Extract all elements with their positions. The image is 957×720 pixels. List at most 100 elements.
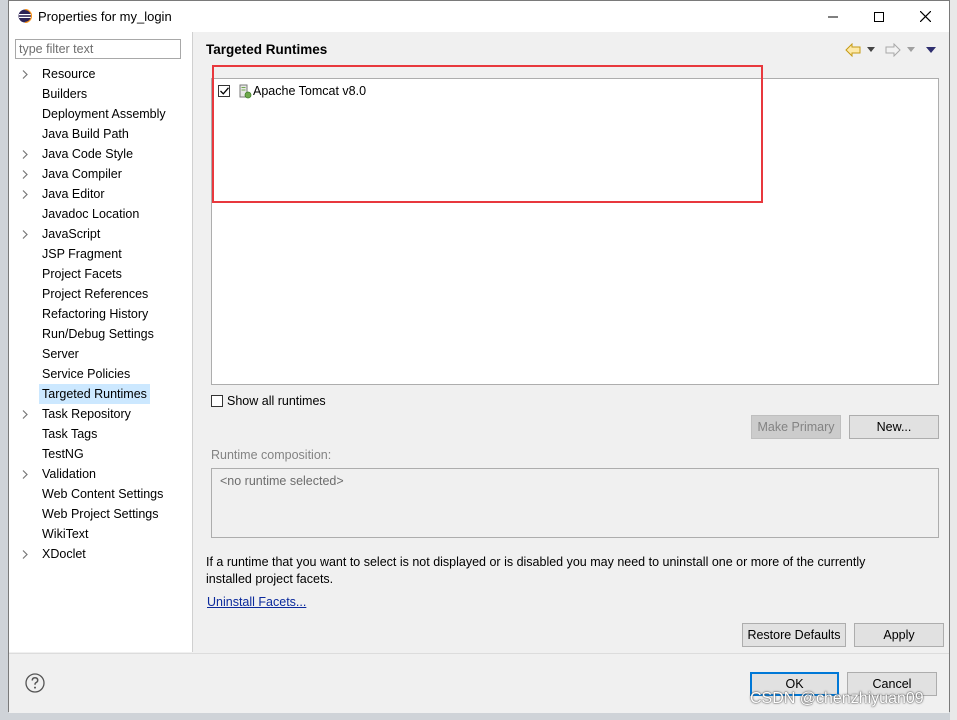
tree-item-label: Refactoring History xyxy=(42,307,149,321)
view-menu-button[interactable] xyxy=(926,42,936,58)
tree-item-label: Task Tags xyxy=(42,427,98,441)
tree-item[interactable]: Run/Debug Settings xyxy=(9,324,192,344)
tree-item[interactable]: Web Project Settings xyxy=(9,504,192,524)
expand-chevron-icon[interactable] xyxy=(22,184,32,204)
tree-item[interactable]: Javadoc Location xyxy=(9,204,192,224)
show-all-runtimes-checkbox[interactable]: Show all runtimes xyxy=(211,393,326,408)
maximize-button[interactable] xyxy=(856,1,902,32)
help-icon[interactable] xyxy=(25,673,45,693)
annotation-highlight-box xyxy=(212,65,763,203)
tree-item-label: Run/Debug Settings xyxy=(42,327,154,341)
make-primary-button[interactable]: Make Primary xyxy=(751,415,841,439)
tree-item-label: Task Repository xyxy=(42,407,131,421)
runtime-composition-box: <no runtime selected> xyxy=(211,468,939,538)
tree-item[interactable]: Web Content Settings xyxy=(9,484,192,504)
tree-item[interactable]: Builders xyxy=(9,84,192,104)
tree-item-label: TestNG xyxy=(42,447,84,461)
csdn-watermark: CSDN @chenzhiyuan09 xyxy=(750,690,924,707)
close-icon xyxy=(919,11,931,22)
expand-chevron-icon[interactable] xyxy=(22,144,32,164)
tree-item-label: Javadoc Location xyxy=(42,207,140,221)
close-button[interactable] xyxy=(902,1,948,32)
title-bar: Properties for my_login xyxy=(9,1,949,32)
new-runtime-button[interactable]: New... xyxy=(849,415,939,439)
forward-button[interactable] xyxy=(885,42,901,58)
apply-button[interactable]: Apply xyxy=(854,623,944,647)
expand-chevron-icon[interactable] xyxy=(22,544,32,564)
tree-item[interactable]: Deployment Assembly xyxy=(9,104,192,124)
tree-item-label: Resource xyxy=(42,67,96,81)
filter-input[interactable] xyxy=(15,39,181,59)
tree-item[interactable]: Validation xyxy=(9,464,192,484)
view-menu-icon xyxy=(926,46,936,53)
preference-tree: Resource Builders Deployment Assembly Java … xyxy=(9,64,192,564)
background-window-edge xyxy=(950,0,957,720)
tree-item[interactable]: WikiText xyxy=(9,524,192,544)
tree-item-label: JavaScript xyxy=(42,227,101,241)
tree-item-label: Java Build Path xyxy=(42,127,129,141)
tree-item-label: Server xyxy=(42,347,79,361)
tree-item-label: JSP Fragment xyxy=(42,247,122,261)
tree-item[interactable]: Targeted Runtimes xyxy=(9,384,192,404)
tree-item-label: WikiText xyxy=(42,527,89,541)
tree-item-label: Java Editor xyxy=(42,187,105,201)
tree-item[interactable]: Java Compiler xyxy=(9,164,192,184)
tree-item-label: Targeted Runtimes xyxy=(39,384,150,404)
info-line-1: If a runtime that you want to select is … xyxy=(206,555,866,569)
tree-item[interactable]: Project References xyxy=(9,284,192,304)
page-title: Targeted Runtimes xyxy=(206,42,328,57)
tree-item[interactable]: TestNG xyxy=(9,444,192,464)
tree-item[interactable]: XDoclet xyxy=(9,544,192,564)
uninstall-facets-link[interactable]: Uninstall Facets... xyxy=(207,595,306,609)
info-message: If a runtime that you want to select is … xyxy=(206,554,926,588)
runtime-composition-label: Runtime composition: xyxy=(211,448,332,462)
tree-item-label: Validation xyxy=(42,467,96,481)
window-title: Properties for my_login xyxy=(38,9,172,24)
back-arrow-icon xyxy=(845,43,861,57)
tree-item[interactable]: Task Repository xyxy=(9,404,192,424)
maximize-icon xyxy=(874,11,884,22)
dropdown-arrow-icon xyxy=(867,47,875,52)
back-button[interactable] xyxy=(845,42,861,58)
tree-item[interactable]: Java Build Path xyxy=(9,124,192,144)
tree-item-label: Deployment Assembly xyxy=(42,107,166,121)
expand-chevron-icon[interactable] xyxy=(22,64,32,84)
tree-item[interactable]: Java Code Style xyxy=(9,144,192,164)
expand-chevron-icon[interactable] xyxy=(22,164,32,184)
back-menu-button[interactable] xyxy=(867,42,875,58)
expand-chevron-icon[interactable] xyxy=(22,404,32,424)
minimize-button[interactable] xyxy=(810,1,856,32)
tree-item-label: Java Compiler xyxy=(42,167,122,181)
tree-item-label: Builders xyxy=(42,87,88,101)
tree-item-label: Web Content Settings xyxy=(42,487,164,501)
eclipse-icon xyxy=(18,9,32,23)
tree-item-label: Project References xyxy=(42,287,149,301)
tree-item-label: Project Facets xyxy=(42,267,122,281)
show-all-checkbox-box[interactable] xyxy=(211,394,223,407)
restore-defaults-button[interactable]: Restore Defaults xyxy=(742,623,846,647)
expand-chevron-icon[interactable] xyxy=(22,464,32,484)
runtime-composition-text: <no runtime selected> xyxy=(220,474,344,488)
tree-item[interactable]: Task Tags xyxy=(9,424,192,444)
tree-item[interactable]: Project Facets xyxy=(9,264,192,284)
show-all-label: Show all runtimes xyxy=(227,393,326,408)
tree-item-label: XDoclet xyxy=(42,547,86,561)
tree-item[interactable]: Server xyxy=(9,344,192,364)
tree-item[interactable]: Service Policies xyxy=(9,364,192,384)
tree-item[interactable]: Resource xyxy=(9,64,192,84)
minimize-icon xyxy=(828,16,838,17)
tree-item-label: Service Policies xyxy=(42,367,131,381)
tree-item-label: Web Project Settings xyxy=(42,507,159,521)
preference-navigation-pane: Resource Builders Deployment Assembly Java … xyxy=(9,32,193,652)
expand-chevron-icon[interactable] xyxy=(22,224,32,244)
tree-item[interactable]: Refactoring History xyxy=(9,304,192,324)
tree-item[interactable]: JavaScript xyxy=(9,224,192,244)
info-line-2: installed project facets. xyxy=(206,572,334,586)
forward-menu-button[interactable] xyxy=(907,42,915,58)
forward-arrow-icon xyxy=(885,43,901,57)
tree-item-label: Java Code Style xyxy=(42,147,134,161)
properties-dialog: Properties for my_login Resource Builders… xyxy=(8,0,950,713)
dropdown-arrow-icon xyxy=(907,47,915,52)
tree-item[interactable]: Java Editor xyxy=(9,184,192,204)
tree-item[interactable]: JSP Fragment xyxy=(9,244,192,264)
